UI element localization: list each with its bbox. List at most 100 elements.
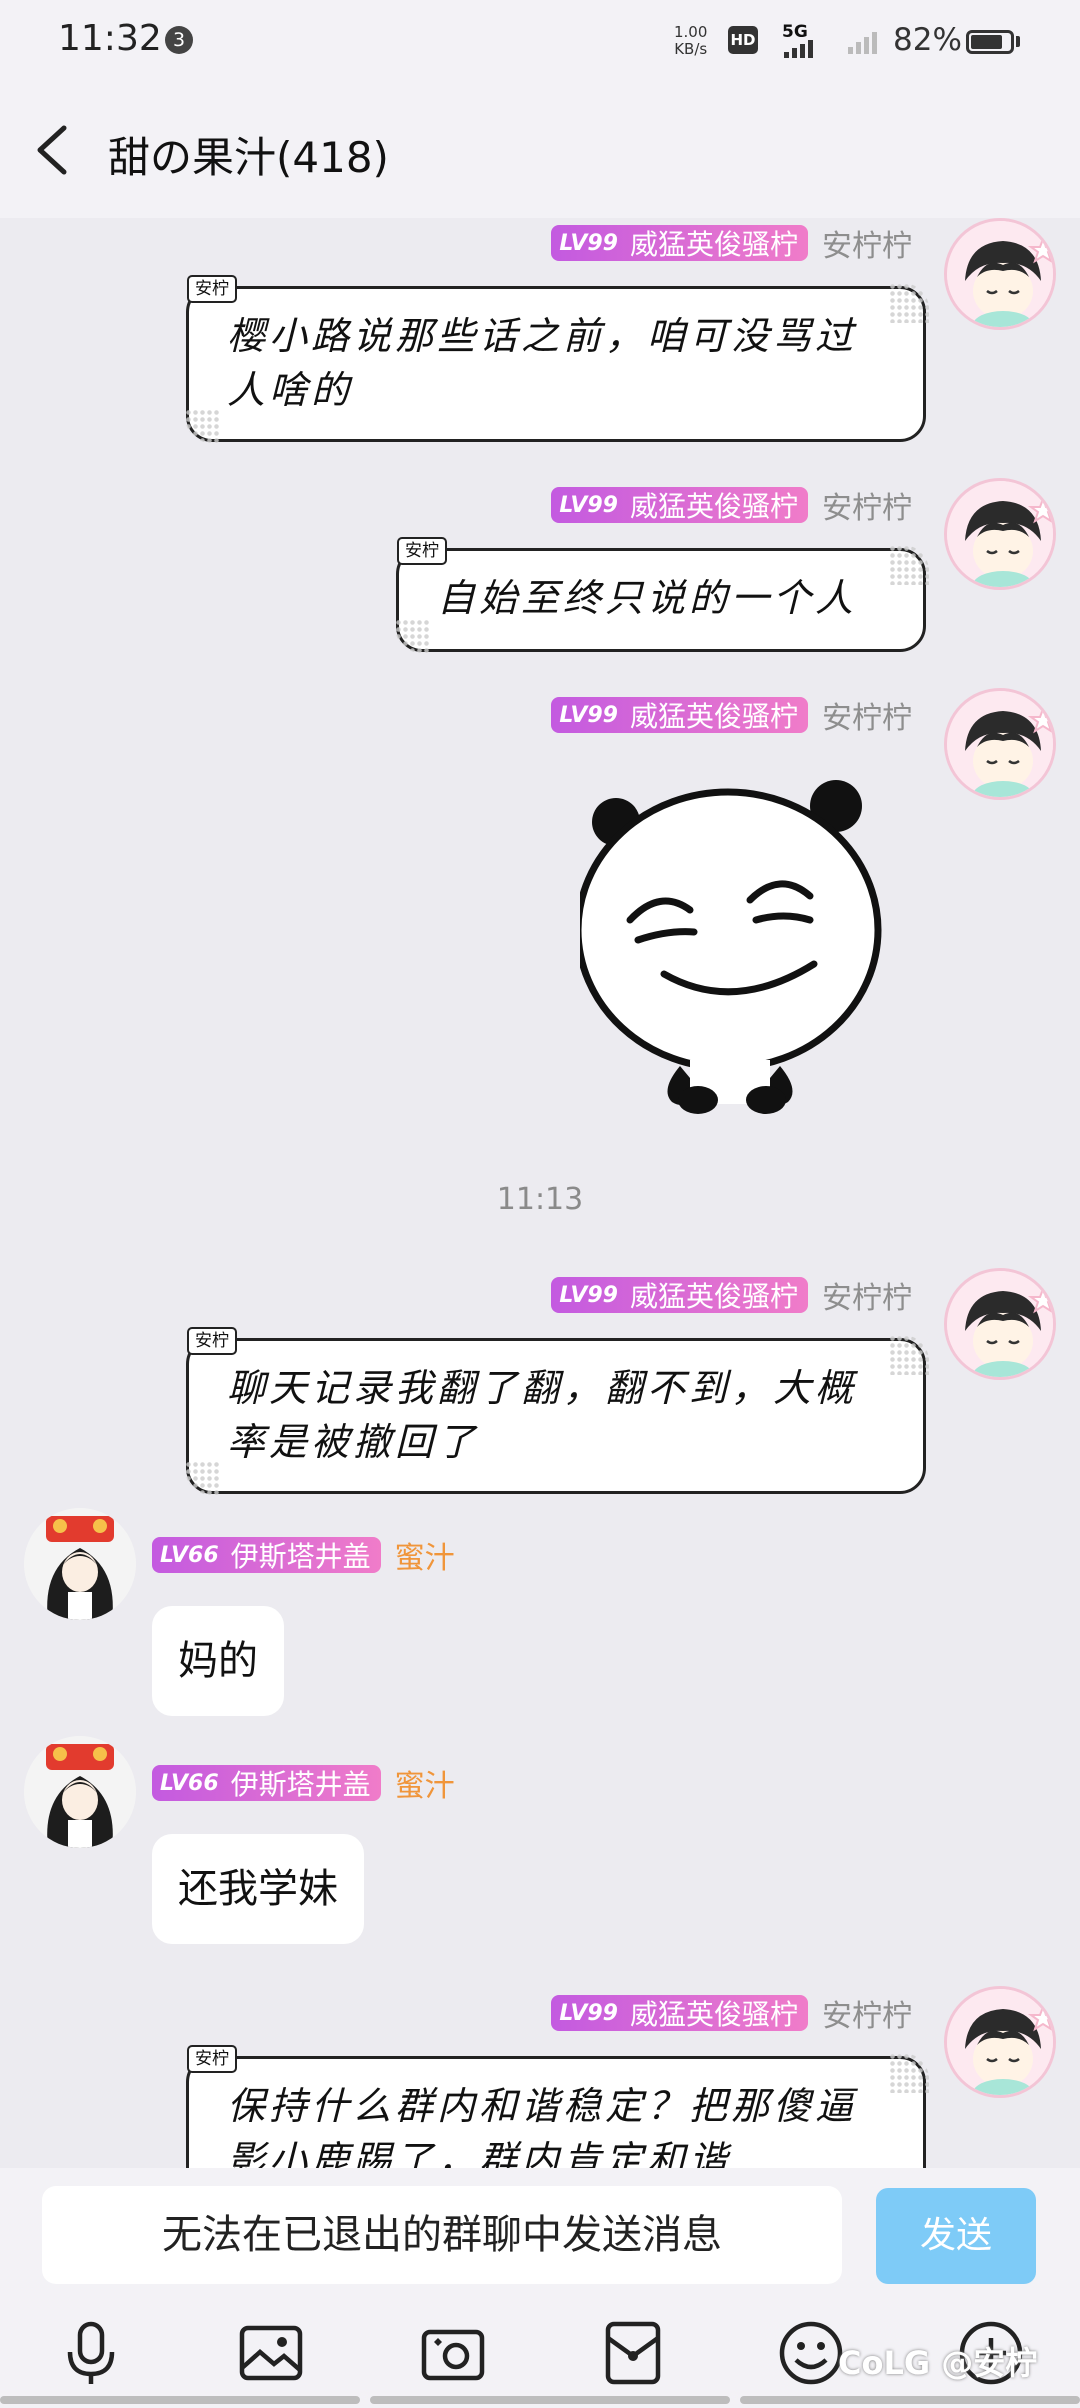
anime-avatar-icon <box>24 1508 136 1620</box>
message-text: 还我学妹 <box>178 1866 338 1912</box>
bubble-tag: 安柠 <box>397 537 447 565</box>
level-label: LV99 <box>559 702 618 728</box>
notification-count-badge: 3 <box>165 26 193 54</box>
hd-voice-icon: HD <box>728 26 758 54</box>
bubble-tag: 安柠 <box>187 2045 237 2073</box>
level-label: LV99 <box>559 2000 618 2026</box>
sender-name-row: LV99 威猛英俊骚柠 安柠柠 <box>551 224 912 264</box>
avatar[interactable] <box>24 1508 136 1620</box>
anime-avatar-icon <box>24 1736 136 1848</box>
send-button[interactable]: 发送 <box>876 2188 1036 2284</box>
red-packet-button[interactable] <box>598 2318 668 2388</box>
sender-name-row: LV99 威猛英俊骚柠 安柠柠 <box>551 696 912 736</box>
network-type: 5G <box>782 22 808 42</box>
anime-avatar-icon <box>947 481 1053 587</box>
watermark: CoLG @安柠 <box>838 2344 1038 2382</box>
nav-bar-segment <box>740 2396 1080 2404</box>
nav-bar-segment <box>0 2396 360 2404</box>
level-label: LV99 <box>559 492 618 518</box>
battery-percent: 82% <box>893 22 962 58</box>
message-text: 聊天记录我翻了翻，翻不到，大概率是被撤回了 <box>227 1366 858 1464</box>
member-title: 威猛英俊骚柠 <box>629 700 798 733</box>
avatar[interactable] <box>944 688 1056 800</box>
sender-name-row: LV99 威猛英俊骚柠 安柠柠 <box>551 1276 912 1316</box>
microphone-icon <box>67 2321 115 2384</box>
message-text: 自始至终只说的一个人 <box>437 576 858 620</box>
level-title-badge: LV99 威猛英俊骚柠 <box>551 225 808 261</box>
sender-name-row: LV66 伊斯塔井盖 蜜汁 <box>152 1764 455 1804</box>
chat-title: 甜の果汁(418) <box>108 133 389 182</box>
member-title: 威猛英俊骚柠 <box>629 1280 798 1313</box>
back-button[interactable] <box>28 114 88 184</box>
anime-avatar-icon <box>947 1989 1053 2095</box>
member-title: 伊斯塔井盖 <box>230 1540 371 1573</box>
sender-nickname: 蜜汁 <box>394 1541 455 1576</box>
chevron-left-icon <box>37 125 67 175</box>
camera-button[interactable] <box>418 2318 488 2388</box>
message-bubble[interactable]: 安柠 自始至终只说的一个人 <box>395 537 929 653</box>
sender-nickname: 安柠柠 <box>822 701 912 736</box>
message-text: 樱小路说那些话之前，咱可没骂过人啥的 <box>227 314 858 412</box>
panda-sticker[interactable] <box>574 770 900 1120</box>
sender-nickname: 安柠柠 <box>822 1281 912 1316</box>
input-area: 无法在已退出的群聊中发送消息 发送 CoLG @安柠 <box>0 2168 1080 2408</box>
battery-fill <box>971 35 1002 49</box>
red-packet-icon <box>605 2321 661 2385</box>
album-button[interactable] <box>236 2318 306 2388</box>
sender-nickname: 安柠柠 <box>822 229 912 264</box>
sender-name-row: LV99 威猛英俊骚柠 安柠柠 <box>551 486 912 526</box>
member-title: 威猛英俊骚柠 <box>629 1998 798 2031</box>
image-icon <box>239 2325 303 2381</box>
bubble-tag: 安柠 <box>187 275 237 303</box>
anime-avatar-icon <box>947 691 1053 797</box>
level-label: LV66 <box>160 1770 219 1796</box>
anime-avatar-icon <box>947 221 1053 327</box>
signal-icon <box>848 30 882 58</box>
network-speed: 1.00 KB/s <box>674 24 707 58</box>
sender-name-row: LV99 威猛英俊骚柠 安柠柠 <box>551 1994 912 2034</box>
message-bubble[interactable]: 安柠 樱小路说那些话之前，咱可没骂过人啥的 <box>185 275 929 443</box>
avatar[interactable] <box>944 1986 1056 2098</box>
avatar[interactable] <box>944 1268 1056 1380</box>
network-speed-unit: KB/s <box>674 40 708 58</box>
avatar[interactable] <box>24 1736 136 1848</box>
level-title-badge: LV66 伊斯塔井盖 <box>152 1765 381 1801</box>
level-title-badge: LV99 威猛英俊骚柠 <box>551 1277 808 1313</box>
level-title-badge: LV99 威猛英俊骚柠 <box>551 487 808 523</box>
sender-name-row: LV66 伊斯塔井盖 蜜汁 <box>152 1536 455 1576</box>
member-title: 威猛英俊骚柠 <box>629 490 798 523</box>
camera-icon <box>421 2329 485 2381</box>
avatar[interactable] <box>944 218 1056 330</box>
message-bubble[interactable]: 还我学妹 <box>152 1834 364 1944</box>
voice-button[interactable] <box>56 2318 126 2388</box>
sender-nickname: 安柠柠 <box>822 1999 912 2034</box>
status-bar: 11:32 3 1.00 KB/s HD 5G 82% <box>0 0 1080 84</box>
message-input-disabled[interactable]: 无法在已退出的群聊中发送消息 <box>42 2186 842 2284</box>
avatar[interactable] <box>944 478 1056 590</box>
sender-nickname: 蜜汁 <box>394 1769 455 1804</box>
status-time: 11:32 <box>58 18 162 59</box>
emoji-button[interactable] <box>776 2318 846 2388</box>
member-title: 伊斯塔井盖 <box>230 1768 371 1801</box>
message-text: 妈的 <box>178 1638 258 1684</box>
network-5g-icon: 5G <box>780 22 828 64</box>
battery-icon <box>966 30 1014 54</box>
level-label: LV99 <box>559 230 618 256</box>
anime-avatar-icon <box>947 1271 1053 1377</box>
message-bubble[interactable]: 安柠 聊天记录我翻了翻，翻不到，大概率是被撤回了 <box>185 1327 929 1495</box>
bubble-tag: 安柠 <box>187 1327 237 1355</box>
panda-smile-icon <box>574 780 882 1114</box>
level-label: LV66 <box>160 1542 219 1568</box>
level-title-badge: LV66 伊斯塔井盖 <box>152 1537 381 1573</box>
emoji-icon <box>779 2321 843 2385</box>
message-bubble[interactable]: 妈的 <box>152 1606 284 1716</box>
member-title: 威猛英俊骚柠 <box>629 228 798 261</box>
chat-timestamp: 11:13 <box>496 1182 584 1217</box>
level-label: LV99 <box>559 1282 618 1308</box>
chat-header: 甜の果汁(418) <box>0 84 1080 218</box>
level-title-badge: LV99 威猛英俊骚柠 <box>551 1995 808 2031</box>
network-speed-value: 1.00 <box>674 23 708 41</box>
level-title-badge: LV99 威猛英俊骚柠 <box>551 697 808 733</box>
sender-nickname: 安柠柠 <box>822 491 912 526</box>
nav-bar-segment <box>370 2396 730 2404</box>
